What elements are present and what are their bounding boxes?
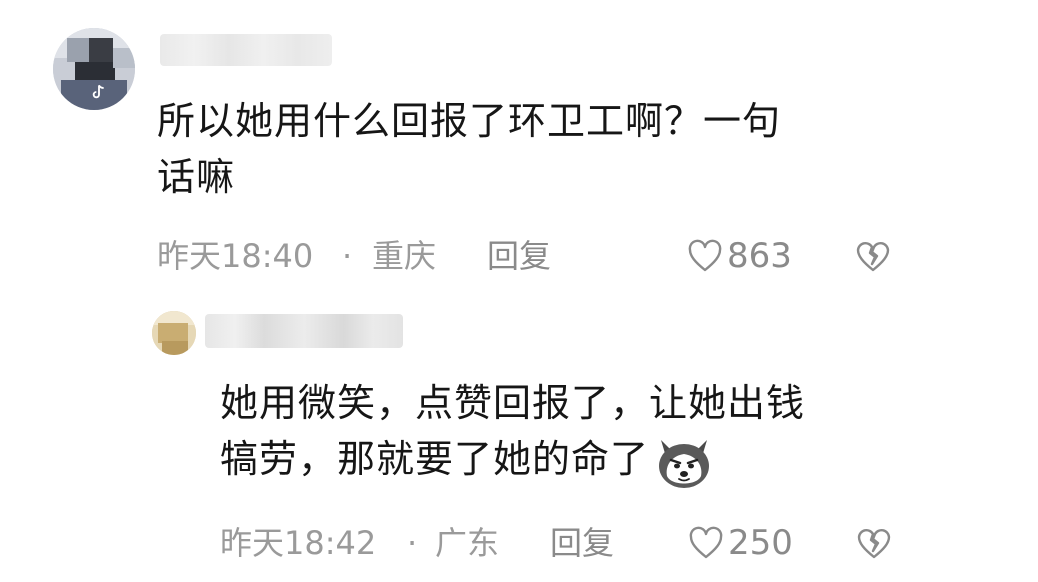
comment-location: 重庆 (372, 237, 437, 275)
reply-button[interactable]: 回复 (550, 523, 614, 563)
husky-emoji (659, 439, 710, 488)
broken-heart-icon[interactable] (855, 238, 891, 274)
username-redacted (205, 314, 403, 348)
comment-body: 她用微笑，点赞回报了，让她出钱 犒劳，那就要了她的命了 (220, 375, 920, 490)
comment-meta: 昨天18:42 · 广东 回复 250 (220, 523, 1038, 563)
reply-button[interactable]: 回复 (487, 236, 551, 276)
comment-time: 昨天18:40 (157, 237, 314, 275)
comment-line: 所以她用什么回报了环卫工啊？一句 (157, 99, 782, 143)
broken-heart-icon[interactable] (856, 525, 892, 561)
heart-outline-icon (689, 526, 723, 559)
comment-location: 广东 (435, 524, 500, 562)
comment-line-text: 犒劳，那就要了她的命了 (220, 437, 650, 481)
comment-line: 话嘛 (157, 155, 236, 199)
comment-line: 她用微笑，点赞回报了，让她出钱 (220, 381, 806, 425)
like-count: 863 (727, 236, 792, 276)
username-redacted (160, 34, 332, 66)
comment-thread: 所以她用什么回报了环卫工啊？一句 话嘛 昨天18:40 · 重庆 回复 863 … (0, 0, 1038, 582)
heart-outline-icon (688, 239, 722, 272)
avatar[interactable] (53, 28, 135, 110)
tiktok-icon (92, 84, 104, 99)
avatar-image (152, 311, 196, 355)
comment-meta: 昨天18:40 · 重庆 回复 863 (157, 236, 1037, 276)
like-count: 250 (728, 523, 793, 563)
comment-time: 昨天18:42 (220, 524, 377, 562)
reply-avatar[interactable] (152, 311, 196, 355)
meta-separator: · (407, 524, 418, 562)
meta-separator: · (342, 237, 353, 275)
comment-line: 犒劳，那就要了她的命了 (220, 431, 920, 490)
comment-body: 所以她用什么回报了环卫工啊？一句 话嘛 (157, 93, 897, 205)
like-button[interactable]: 863 (687, 236, 792, 276)
like-button[interactable]: 250 (688, 523, 793, 563)
